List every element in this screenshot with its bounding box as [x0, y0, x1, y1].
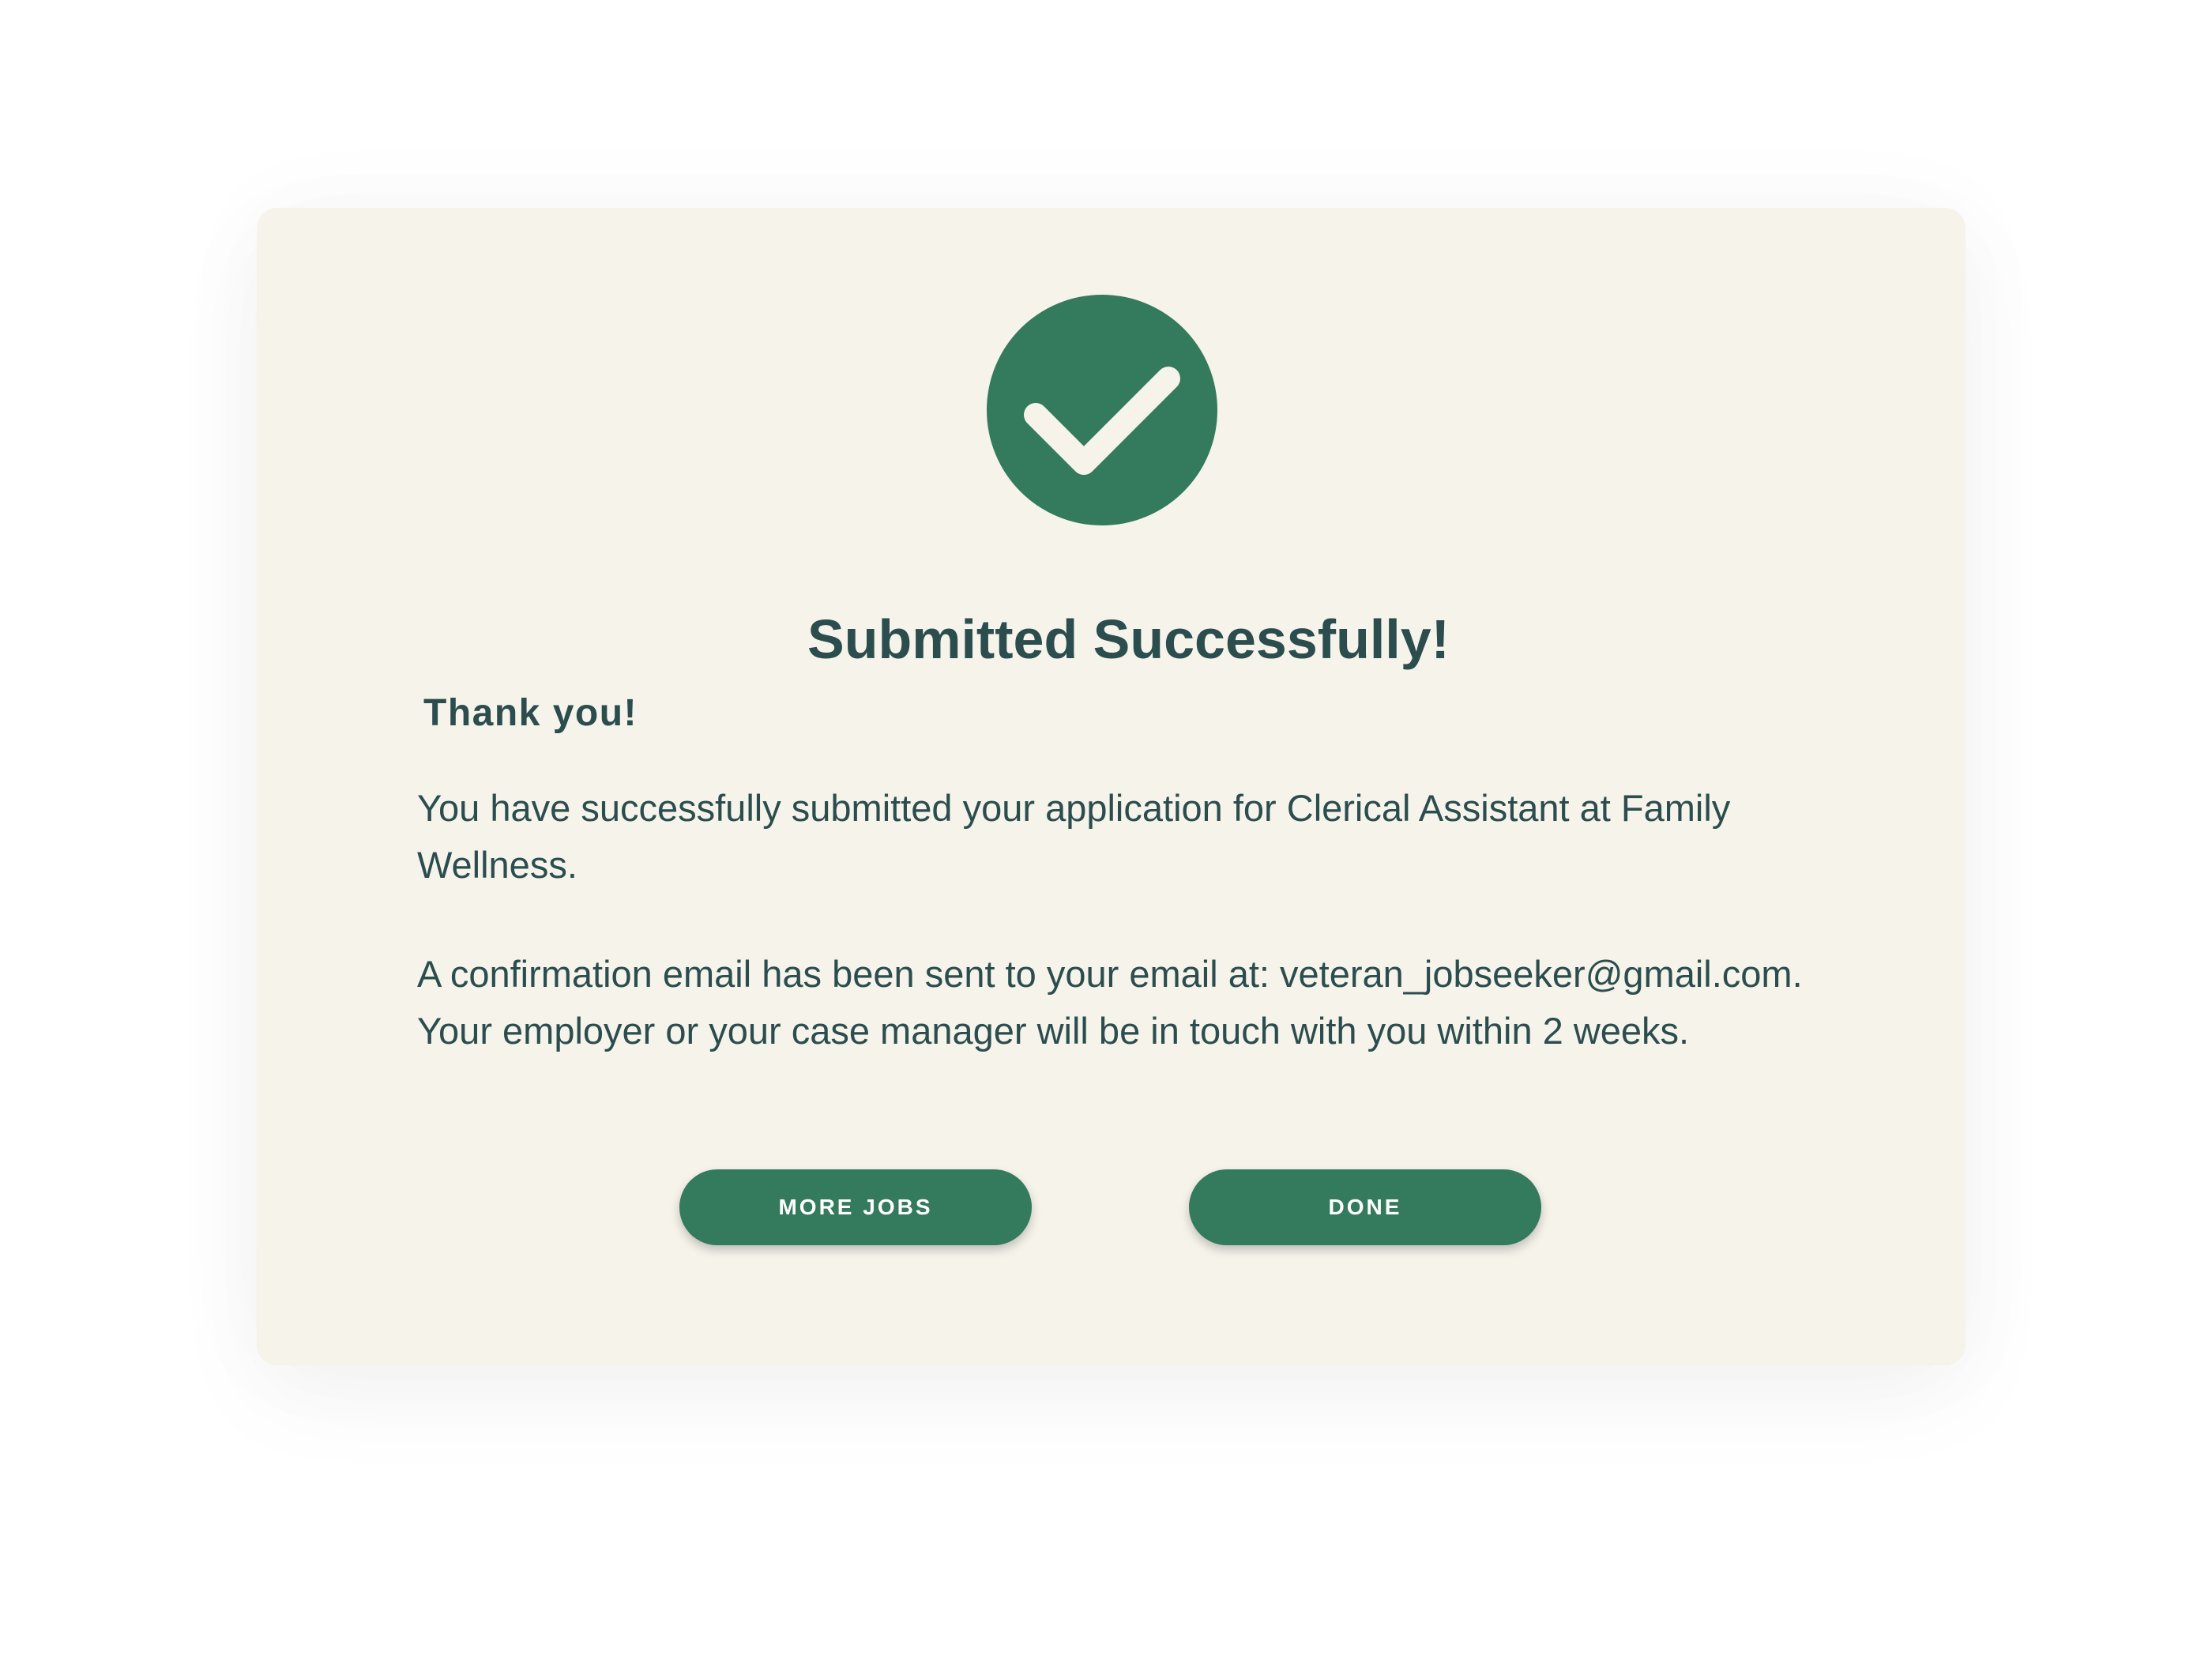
submission-message: You have successfully submitted your app…: [417, 787, 1731, 886]
more-jobs-button[interactable]: MORE JOBS: [679, 1169, 1032, 1245]
dialog-title: Submitted Successfully!: [807, 608, 1450, 670]
more-jobs-button-label: MORE JOBS: [778, 1195, 933, 1219]
done-button[interactable]: DONE: [1189, 1169, 1541, 1245]
done-button-label: DONE: [1328, 1195, 1402, 1219]
submission-success-dialog: Submitted Successfully! Thank you! You h…: [257, 208, 1966, 1365]
confirmation-email-message: A confirmation email has been sent to yo…: [417, 953, 1803, 1052]
thank-you-heading: Thank you!: [423, 692, 638, 734]
check-circle-icon: [987, 295, 1217, 525]
